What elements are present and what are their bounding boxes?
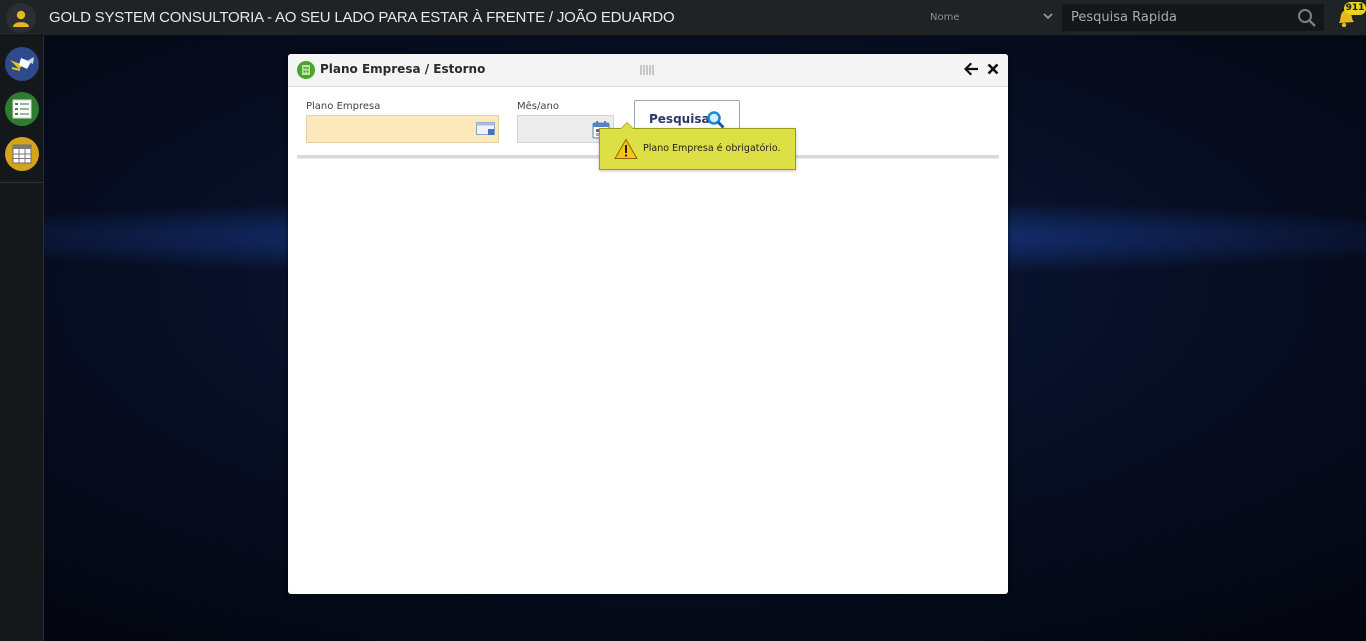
chevron-down-icon <box>1043 13 1053 20</box>
validation-tooltip: Plano Empresa é obrigatório. <box>599 122 796 170</box>
drag-handle-icon[interactable] <box>640 64 656 76</box>
dialog-header: Plano Empresa / Estorno <box>288 54 1008 87</box>
top-bar: GOLD SYSTEM CONSULTORIA - AO SEU LADO PA… <box>0 0 1366 36</box>
warning-icon <box>614 138 638 159</box>
quick-search-input[interactable] <box>1063 5 1293 30</box>
sidebar-item-grid[interactable] <box>5 137 39 171</box>
search-type-label: Nome <box>930 12 960 23</box>
sidebar <box>0 36 44 641</box>
tooltip-arrow-inner <box>621 123 633 129</box>
building-icon <box>297 61 315 79</box>
plano-empresa-label: Plano Empresa <box>306 101 381 112</box>
magnifier-icon <box>707 111 725 129</box>
quick-search <box>1062 4 1324 31</box>
back-arrow-icon[interactable] <box>964 62 978 76</box>
notification-badge: 911 <box>1344 2 1366 15</box>
mes-ano-input[interactable] <box>518 116 602 142</box>
lookup-icon[interactable] <box>476 121 496 137</box>
sidebar-divider <box>0 182 44 183</box>
grid-icon <box>12 144 32 164</box>
plano-empresa-field <box>306 115 499 143</box>
app-title: GOLD SYSTEM CONSULTORIA - AO SEU LADO PA… <box>49 9 675 26</box>
satellite-icon <box>10 57 34 71</box>
user-avatar[interactable] <box>6 3 36 33</box>
user-icon <box>13 10 29 27</box>
validation-message: Plano Empresa é obrigatório. <box>643 143 781 154</box>
dialog-title: Plano Empresa / Estorno <box>320 62 486 76</box>
close-icon[interactable] <box>987 63 999 75</box>
sidebar-item-list[interactable] <box>5 92 39 126</box>
mes-ano-label: Mês/ano <box>517 101 559 112</box>
search-icon[interactable] <box>1297 8 1317 28</box>
plano-empresa-input[interactable] <box>307 116 484 142</box>
search-type-select[interactable]: Nome <box>930 12 1056 26</box>
list-icon <box>12 99 32 119</box>
sidebar-item-satellite[interactable] <box>5 47 39 81</box>
